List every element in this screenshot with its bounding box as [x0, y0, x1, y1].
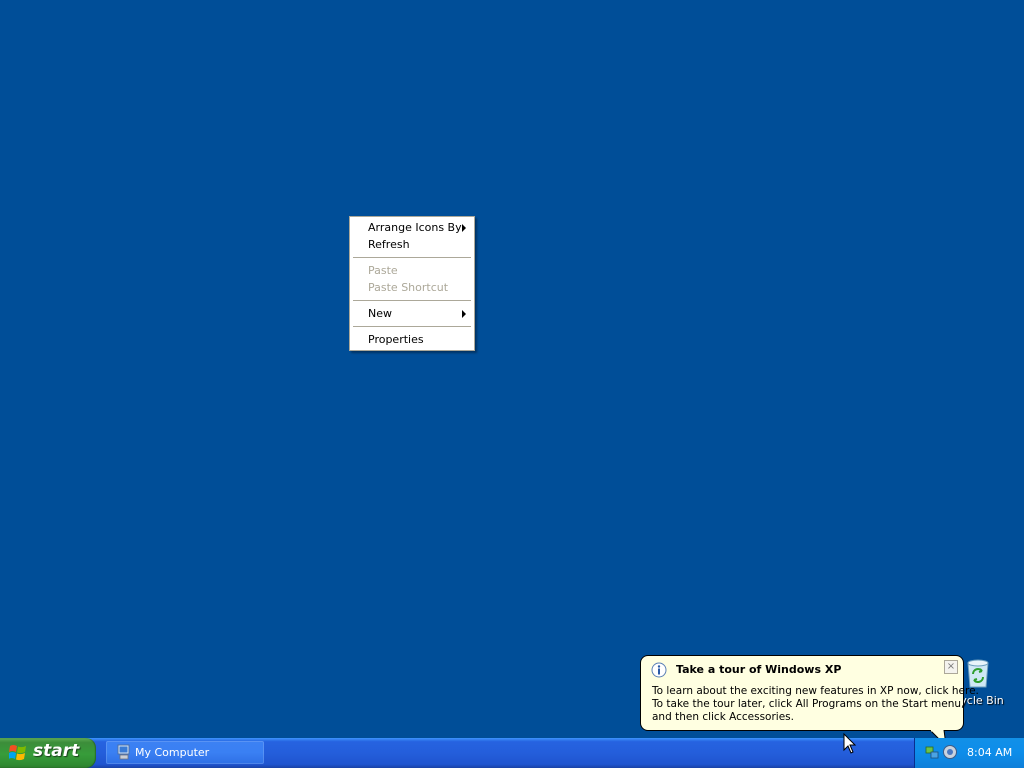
menu-item-label: Refresh: [368, 238, 410, 251]
taskbar-button-label: My Computer: [135, 746, 210, 759]
menu-item-paste: Paste: [350, 262, 474, 279]
balloon-text-line: To learn about the exciting new features…: [652, 685, 979, 697]
balloon-title: Take a tour of Windows XP: [676, 663, 842, 676]
taskbar-button-my-computer[interactable]: My Computer: [106, 741, 264, 764]
submenu-arrow-icon: [462, 310, 466, 318]
desktop[interactable]: [0, 0, 1024, 738]
menu-item-new[interactable]: New: [350, 305, 474, 322]
balloon-text-line: and then click Accessories.: [652, 711, 794, 723]
menu-item-label: Properties: [368, 333, 424, 346]
network-icon[interactable]: [924, 744, 940, 760]
menu-item-arrange-icons-by[interactable]: Arrange Icons By: [350, 219, 474, 236]
start-button[interactable]: start: [0, 738, 96, 768]
clock[interactable]: 8:04 AM: [967, 746, 1012, 759]
menu-separator: [353, 257, 471, 258]
menu-separator: [353, 326, 471, 327]
menu-item-properties[interactable]: Properties: [350, 331, 474, 348]
submenu-arrow-icon: [462, 224, 466, 232]
menu-item-paste-shortcut: Paste Shortcut: [350, 279, 474, 296]
menu-item-label: Paste Shortcut: [368, 281, 449, 294]
menu-item-label: Arrange Icons By: [368, 221, 462, 234]
info-icon: [651, 662, 667, 678]
windows-logo-icon: [9, 745, 26, 761]
my-computer-icon: [117, 744, 130, 760]
start-label: start: [33, 741, 80, 761]
menu-item-label: Paste: [368, 264, 398, 277]
menu-item-refresh[interactable]: Refresh: [350, 236, 474, 253]
tour-icon[interactable]: [942, 744, 958, 760]
taskbar: start My Computer 8:04 AM: [0, 738, 1024, 768]
close-icon[interactable]: ×: [944, 660, 958, 674]
menu-separator: [353, 300, 471, 301]
notification-balloon[interactable]: Take a tour of Windows XP × To learn abo…: [640, 655, 979, 731]
mouse-cursor-icon: [843, 733, 857, 754]
system-tray: 8:04 AM: [914, 738, 1024, 768]
balloon-text-line: To take the tour later, click All Progra…: [652, 698, 965, 710]
desktop-context-menu: Arrange Icons By Refresh Paste Paste Sho…: [349, 216, 475, 351]
menu-item-label: New: [368, 307, 392, 320]
